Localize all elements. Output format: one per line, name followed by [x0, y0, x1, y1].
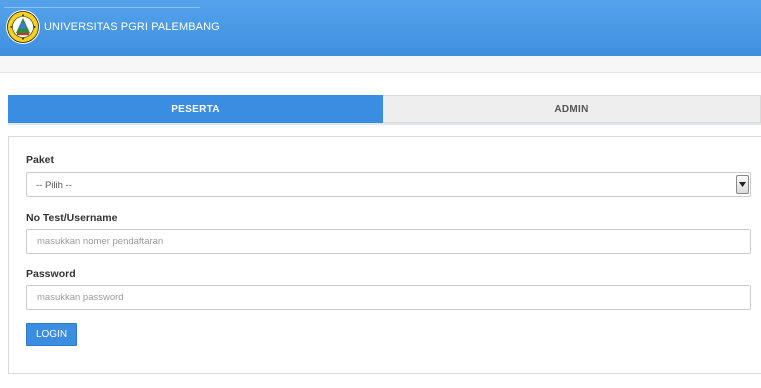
password-input[interactable] [26, 285, 751, 310]
chevron-down-icon[interactable] [736, 175, 749, 194]
username-input[interactable] [26, 229, 751, 254]
paket-label: Paket [26, 154, 55, 166]
password-label: Password [26, 268, 76, 280]
username-label: No Test/Username [26, 212, 118, 224]
tab-peserta[interactable]: PESERTA [8, 95, 383, 123]
top-navbar: UNIVERSITAS PGRI PALEMBANG [0, 0, 761, 56]
navbar-accent-line [4, 7, 200, 8]
login-button[interactable]: LOGIN [26, 323, 77, 346]
sub-navbar [0, 56, 761, 73]
login-tabs: PESERTA ADMIN [8, 95, 761, 125]
app-title[interactable]: UNIVERSITAS PGRI PALEMBANG [44, 21, 220, 33]
paket-select[interactable]: -- Pilih -- [26, 172, 751, 197]
university-seal-icon[interactable] [5, 9, 41, 45]
tab-admin[interactable]: ADMIN [383, 95, 761, 123]
paket-selected-value: -- Pilih -- [36, 180, 72, 191]
